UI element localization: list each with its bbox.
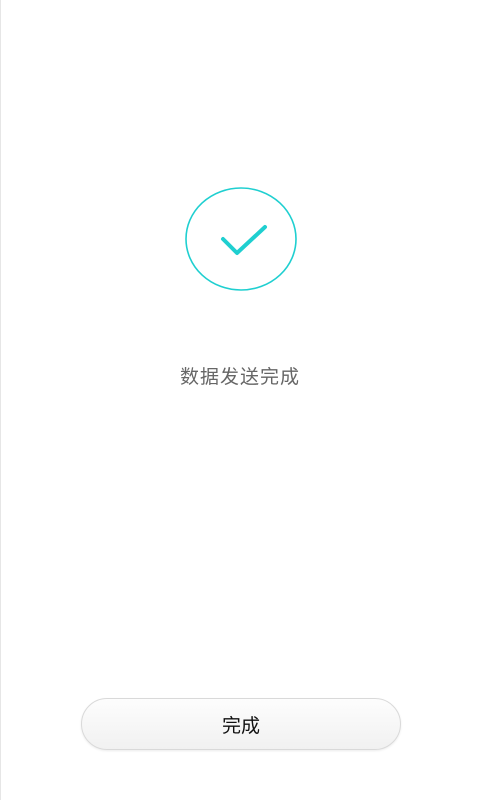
left-edge-divider: [0, 0, 1, 800]
done-button[interactable]: 完成: [81, 698, 401, 750]
transfer-complete-screen: 数据发送完成 完成: [0, 0, 480, 800]
check-circle-icon: [185, 187, 297, 291]
transfer-status-message: 数据发送完成: [179, 366, 300, 388]
